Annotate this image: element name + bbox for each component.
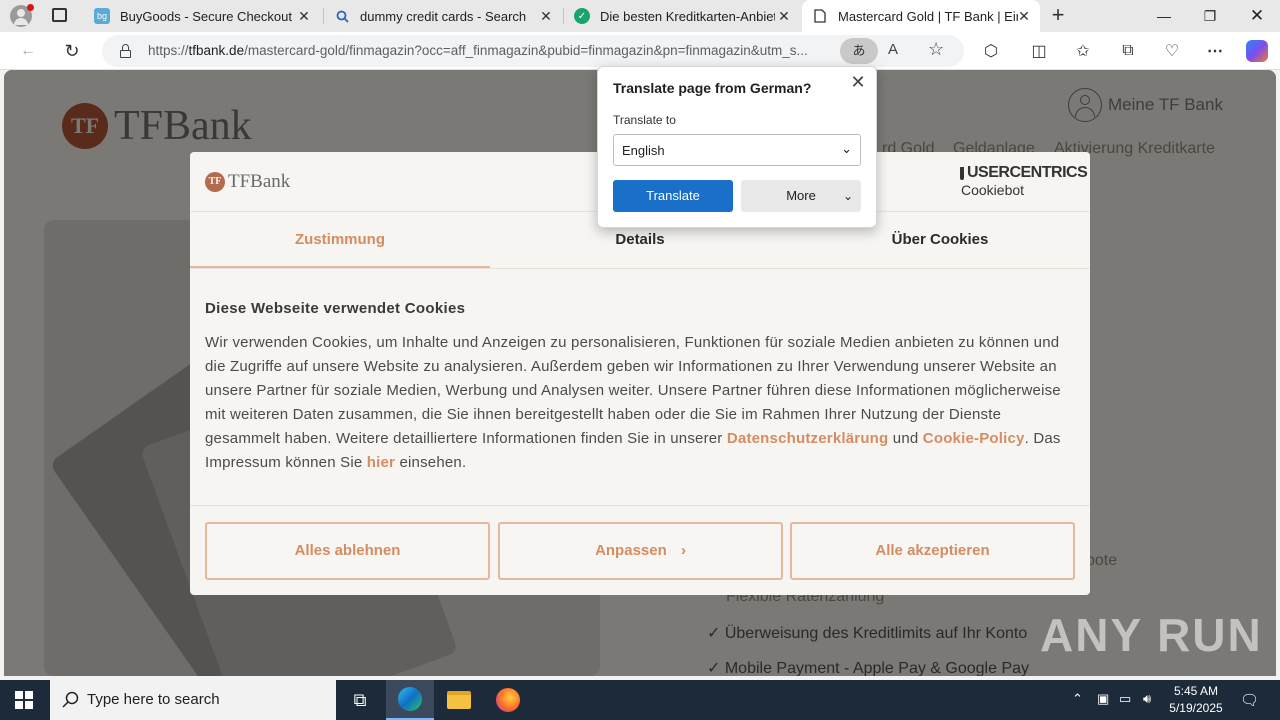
favorite-star-icon[interactable]: ☆ [928,39,944,60]
chevron-up-icon[interactable]: ⌃ [1072,691,1083,707]
cookie-logo: TF TFBank [205,171,290,193]
page-icon [812,8,828,24]
account-link[interactable]: Meine TF Bank [1068,88,1223,122]
cookie-title: Diese Webseite verwendet Cookies [205,300,466,317]
translate-title: Translate page from German? [613,80,812,96]
feature-item: ✓ Mobile Payment - Apple Pay & Google Pa… [707,660,1030,676]
device-icon[interactable]: ▣ [1097,691,1109,707]
feature-item: bote [1086,552,1118,569]
translate-to-label: Translate to [613,113,676,127]
taskbar: Type here to search ⧉ ⌃ ▣ ▭ 🔊︎ 5:45 AM 5… [0,680,1280,720]
tab-divider [190,268,1090,269]
chevron-down-icon: ⌄ [842,189,853,203]
lock-icon[interactable] [120,44,131,58]
window-close-icon[interactable]: ✕ [1234,0,1280,32]
feature-item: ✓ Überweisung des Kreditlimits auf Ihr K… [707,625,1028,642]
split-screen-icon[interactable]: ◫ [1026,39,1052,63]
buygoods-icon: bg [94,8,110,24]
profile-icon[interactable] [10,4,34,27]
user-icon [1068,88,1102,122]
selected-language: English [622,143,665,158]
reject-all-button[interactable]: Alles ablehnen [205,522,490,580]
tab-kreditkarten[interactable]: ✓ Die besten Kreditkarten-Anbieter ✕ [564,0,800,32]
favorites-icon[interactable]: ✩ [1070,39,1096,63]
cookiebot-label: Cookiebot [961,182,1025,198]
site-logo[interactable]: TF TFBank [62,102,252,150]
back-icon[interactable]: ← [15,39,41,63]
address-bar[interactable]: https://tfbank.de/mastercard-gold/finmag… [102,35,964,67]
search-icon [334,8,350,24]
clock-time: 5:45 AM [1173,684,1219,698]
tab-title: Mastercard Gold | TF Bank | Einfa [838,8,1018,24]
refresh-icon[interactable]: ↻ [59,39,85,63]
start-button[interactable] [0,680,48,720]
tab-title: Die besten Kreditkarten-Anbieter [600,8,775,24]
tab-consent[interactable]: Zustimmung [190,212,490,268]
customize-button[interactable]: Anpassen › [498,522,783,580]
cookie-description: Wir verwenden Cookies, um Inhalte und An… [205,334,1061,471]
browser-tab-strip: bg BuyGoods - Secure Checkout ✕ dummy cr… [0,0,1280,32]
copilot-icon[interactable] [1244,39,1270,63]
more-button[interactable]: More ⌄ [741,180,861,212]
cookie-dialog-body: Diese Webseite verwendet Cookies Wir ver… [205,300,1075,475]
extensions-icon[interactable]: ⬡ [978,39,1004,63]
minimize-icon[interactable]: — [1141,0,1187,32]
cookie-logo-text: TFBank [228,171,291,192]
firefox-icon[interactable] [484,680,532,720]
performance-icon[interactable]: ♡ [1159,39,1185,63]
translate-button[interactable]: Translate [613,180,733,212]
new-tab-icon[interactable]: + [1048,4,1068,28]
accept-all-button[interactable]: Alle akzeptieren [790,522,1075,580]
cookie-dialog-footer: Alles ablehnen Anpassen › Alle akzeptier… [190,505,1090,595]
logo-mark-icon: TF [205,172,225,192]
translate-icon[interactable]: あ [840,38,878,64]
tab-buygoods[interactable]: bg BuyGoods - Secure Checkout ✕ [84,0,320,32]
windows-icon [15,691,33,709]
edge-icon[interactable] [386,680,434,720]
tab-search[interactable]: dummy credit cards - Search ✕ [324,0,562,32]
logo-text: TFBank [114,103,252,149]
clock[interactable]: 5:45 AM 5/19/2025 [1166,683,1226,717]
close-icon[interactable]: ✕ [848,72,868,92]
url-text[interactable]: https://tfbank.de/mastercard-gold/finmag… [148,43,838,58]
chevron-down-icon: ⌄ [841,141,852,156]
browser-toolbar: ← ↻ https://tfbank.de/mastercard-gold/fi… [0,32,1280,70]
shield-icon [960,166,964,180]
translate-popup: Translate page from German? ✕ Translate … [597,66,877,228]
chevron-right-icon: › [680,542,686,559]
usercentrics-label: USERCENTRICS [967,164,1088,181]
restore-icon[interactable]: ❐ [1187,0,1233,32]
search-placeholder: Type here to search [87,691,220,708]
watermark-logo: ANY RUN [1040,609,1263,661]
cookiebot-brand[interactable]: USERCENTRICS Cookiebot [960,164,1088,198]
account-label: Meine TF Bank [1108,95,1223,114]
file-explorer-icon[interactable] [435,680,483,720]
more-menu-icon[interactable]: ⋯ [1202,39,1228,63]
tab-title: BuyGoods - Secure Checkout [120,8,292,24]
notification-icon[interactable]: 🗨︎ [1240,691,1259,709]
privacy-policy-link[interactable]: Datenschutzerklärung [727,430,889,447]
task-view-icon[interactable]: ⧉ [336,680,384,720]
network-icon[interactable]: ▭ [1119,691,1131,707]
volume-icon[interactable]: 🔊︎ [1143,691,1151,707]
search-icon [62,691,79,708]
close-icon[interactable]: ✕ [538,8,554,24]
tab-actions-icon[interactable] [52,8,67,22]
read-aloud-icon[interactable]: A [888,41,898,58]
clock-date: 5/19/2025 [1169,701,1223,715]
imprint-link[interactable]: hier [367,454,395,471]
check-icon: ✓ [574,8,590,24]
close-icon[interactable]: ✕ [776,8,792,24]
tab-tfbank[interactable]: Mastercard Gold | TF Bank | Einfa ✕ [802,0,1040,32]
close-icon[interactable]: ✕ [1016,8,1032,24]
tab-title: dummy credit cards - Search [360,8,527,24]
collections-icon[interactable]: ⧉ [1115,39,1141,63]
language-select[interactable]: English ⌄ [613,134,861,166]
cookie-policy-link[interactable]: Cookie-Policy [923,430,1025,447]
taskbar-search[interactable]: Type here to search [50,680,336,720]
logo-mark-icon: TF [62,103,108,149]
close-icon[interactable]: ✕ [296,8,312,24]
